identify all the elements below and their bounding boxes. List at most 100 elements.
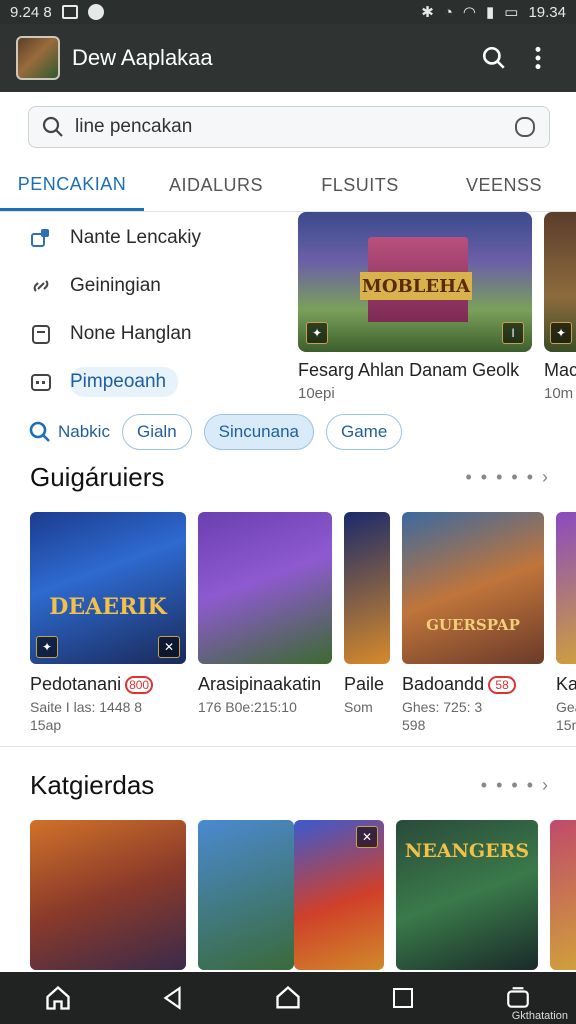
section-title: Katgierdas bbox=[30, 770, 155, 800]
see-more-button[interactable]: • • • • › bbox=[481, 775, 550, 796]
featured-title: Fesarg Ahlan Danam Geolk bbox=[298, 360, 520, 380]
game-tile[interactable]: Arasipinaakatin 176 B0e:215:10 bbox=[198, 512, 332, 733]
tile-subtitle-2: 15ap bbox=[30, 717, 62, 733]
featured-game-card[interactable]: MOBLEHA ✦ I Fesarg Ahlan Danam Geolk 10e… bbox=[298, 212, 532, 402]
tile-banner: NEANGERS bbox=[404, 840, 530, 862]
game-tile-image: ✕ bbox=[294, 820, 384, 970]
tab-flsuits[interactable]: FLSUITS bbox=[288, 160, 432, 211]
chip-search-button[interactable]: Nabkic bbox=[28, 420, 110, 444]
search-icon bbox=[482, 46, 505, 69]
search-input[interactable] bbox=[75, 116, 513, 138]
menu-item-label: Pimpeoanh bbox=[70, 367, 179, 397]
home-nav-button[interactable] bbox=[264, 974, 312, 1022]
section-divider bbox=[0, 746, 576, 747]
rating-icon: ✕ bbox=[356, 826, 378, 848]
app-bar: Dew Aaplakaa bbox=[0, 24, 576, 92]
menu-item-nante[interactable]: Nante Lencakiy bbox=[28, 214, 278, 262]
game-tile[interactable]: Kat Gea 15m bbox=[556, 512, 576, 733]
game-tile-image bbox=[550, 820, 576, 970]
game-tile[interactable]: Paile Som bbox=[344, 512, 390, 733]
link-icon bbox=[28, 273, 54, 299]
tab-veenss[interactable]: VEENSS bbox=[432, 160, 576, 211]
bluetooth-icon: ✱ bbox=[421, 4, 434, 21]
more-vert-icon bbox=[535, 46, 541, 70]
calendar-icon bbox=[28, 369, 54, 395]
game-tile[interactable] bbox=[198, 820, 294, 970]
search-box[interactable] bbox=[28, 106, 550, 148]
status-left-text: 9.24 8 bbox=[10, 3, 52, 21]
chip-gialn[interactable]: Gialn bbox=[121, 414, 192, 450]
search-area bbox=[0, 92, 576, 160]
game-tile-image bbox=[198, 820, 294, 970]
tab-aidalurs[interactable]: AIDALURS bbox=[144, 160, 288, 211]
tile-subtitle: 176 B0e:215:10 bbox=[198, 699, 297, 715]
game-tile-image: GUERSPAP bbox=[402, 512, 544, 664]
back-button[interactable] bbox=[149, 974, 197, 1022]
featured-banner: MOBLEHA bbox=[360, 272, 472, 300]
game-tile[interactable] bbox=[30, 820, 186, 970]
game-tile[interactable]: GUERSPAP Badoandd 58 Ghes: 725: 3 598 bbox=[402, 512, 544, 733]
menu-item-label: Nante Lencakiy bbox=[70, 227, 201, 248]
overflow-menu-button[interactable] bbox=[516, 36, 560, 80]
game-tile[interactable]: ✕ bbox=[294, 820, 384, 970]
switch-app-icon bbox=[507, 987, 530, 1008]
search-button[interactable] bbox=[472, 36, 516, 80]
game-row: ✕ NEANGERS bbox=[30, 820, 576, 970]
home-outline-icon bbox=[276, 985, 300, 1009]
game-tile[interactable]: DEAERIK ✦ ✕ Pedotanani 800 Saite I las: 1… bbox=[30, 512, 186, 733]
tab-pencakian[interactable]: PENCAKIAN bbox=[0, 160, 144, 211]
tile-subtitle: Ghes: 725: 3 bbox=[402, 699, 483, 715]
recents-icon bbox=[393, 988, 414, 1008]
tile-banner: DEAERIK bbox=[49, 594, 167, 620]
game-tile-image: DEAERIK ✦ ✕ bbox=[30, 512, 186, 664]
tile-subtitle: Gea bbox=[556, 699, 576, 715]
game-tile[interactable]: NEANGERS bbox=[396, 820, 538, 970]
see-more-button[interactable]: • • • • • › bbox=[465, 467, 550, 488]
rating-icon: ✕ bbox=[158, 636, 180, 658]
filter-chips: Nabkic Gialn Sincunana Game bbox=[28, 412, 403, 452]
featured-subtitle: 10epi bbox=[298, 385, 335, 402]
battery-icon: ▭ bbox=[504, 4, 519, 21]
chip-search-label: Nabkic bbox=[58, 422, 110, 441]
alarm-icon: ◔ bbox=[443, 3, 453, 21]
gmail-icon bbox=[61, 5, 78, 19]
chip-game[interactable]: Game bbox=[326, 414, 403, 450]
section-title: Guigáruiers bbox=[30, 462, 165, 492]
app-title: Dew Aaplakaa bbox=[72, 45, 213, 70]
tile-title: Arasipinaakatin bbox=[198, 674, 322, 694]
platform-icon: ✦ bbox=[550, 322, 572, 344]
home-button[interactable] bbox=[34, 974, 82, 1022]
watermark: Gkthatation bbox=[511, 1010, 568, 1022]
status-bar: 9.24 8 ✱ ◔ ◠ ▮ ▭ 19.34 bbox=[0, 0, 576, 24]
featured-game-card-next[interactable]: ✦ Mac 10m bbox=[544, 212, 576, 402]
search-icon bbox=[42, 116, 63, 137]
tile-subtitle: Saite I las: 1448 8 bbox=[30, 699, 143, 715]
menu-item-label: Geiningian bbox=[70, 275, 161, 296]
rating-icon: I bbox=[502, 322, 524, 344]
game-tile-image bbox=[30, 820, 186, 970]
status-time: 19.34 bbox=[528, 3, 566, 21]
signal-icon: ▮ bbox=[486, 4, 495, 21]
menu-item-pimpeoanh[interactable]: Pimpeoanh bbox=[28, 358, 278, 406]
home-icon bbox=[45, 985, 70, 1010]
puzzle-icon bbox=[28, 225, 54, 251]
wifi-icon: ◠ bbox=[462, 4, 476, 21]
platform-icon: ✦ bbox=[306, 322, 328, 344]
category-menu: Nante Lencakiy Geiningian None Hanglan P… bbox=[28, 214, 278, 406]
game-tile-image bbox=[344, 512, 390, 664]
tile-title: Kat bbox=[556, 674, 576, 694]
menu-item-none-hanglan[interactable]: None Hanglan bbox=[28, 310, 278, 358]
section-header: Guigáruiers • • • • • › bbox=[30, 462, 550, 493]
menu-item-geiningian[interactable]: Geiningian bbox=[28, 262, 278, 310]
section-header: Katgierdas • • • • › bbox=[30, 770, 550, 801]
tile-badge: 58 bbox=[488, 676, 517, 695]
app-avatar-icon bbox=[16, 36, 60, 80]
game-tile[interactable] bbox=[550, 820, 576, 970]
chip-sincunana[interactable]: Sincunana bbox=[203, 414, 314, 450]
tile-title: Paile bbox=[344, 674, 385, 694]
featured-subtitle-next: 10m bbox=[544, 385, 574, 402]
featured-game-image-next: ✦ bbox=[544, 212, 576, 352]
recents-button[interactable] bbox=[379, 974, 427, 1022]
voice-search-icon[interactable] bbox=[513, 115, 537, 139]
game-tile-image: NEANGERS bbox=[396, 820, 538, 970]
